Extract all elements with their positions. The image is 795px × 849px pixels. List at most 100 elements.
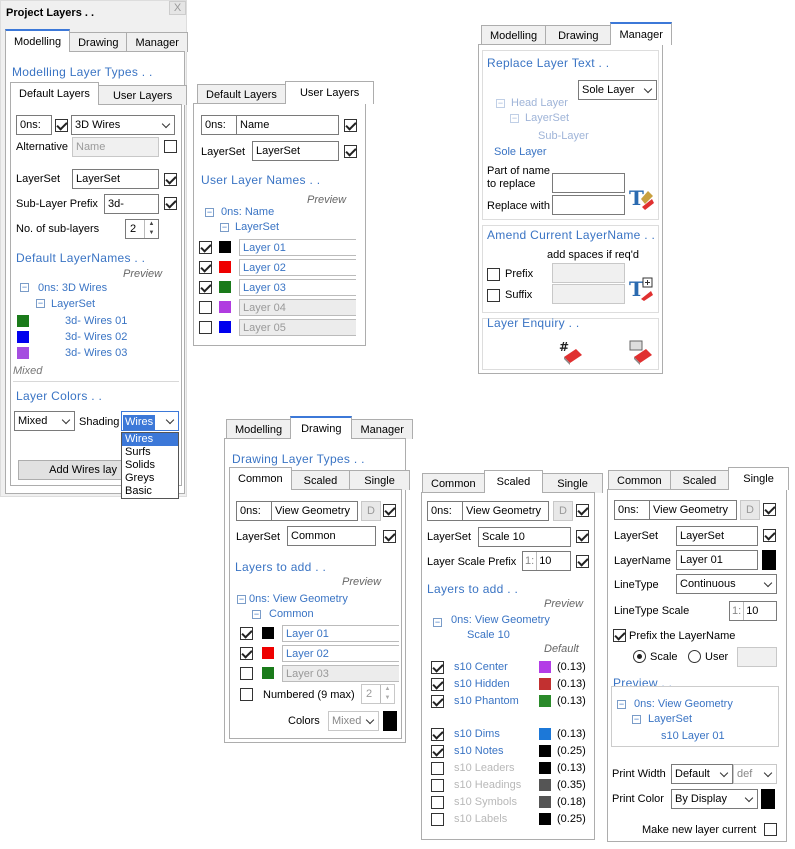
collapse-icon[interactable]: − — [252, 610, 261, 619]
option-surfs[interactable]: Surfs — [122, 446, 178, 459]
layerset-field[interactable]: Common — [287, 526, 376, 546]
suffix-checkbox[interactable] — [487, 289, 500, 302]
numbered-checkbox[interactable] — [240, 688, 253, 701]
tab-modelling[interactable]: Modelling — [5, 29, 71, 52]
tab-scaled[interactable]: Scaled — [290, 470, 351, 490]
part-to-replace-field[interactable] — [552, 173, 625, 193]
tab-single[interactable]: Single — [728, 467, 789, 490]
stepper-arrows-icon[interactable]: ▲ ▼ — [380, 685, 394, 703]
prefix-field[interactable] — [552, 263, 625, 283]
replace-text-icon[interactable]: T — [628, 185, 654, 211]
ons-field[interactable]: 0ns: — [427, 501, 463, 521]
tree-root[interactable]: 0ns: Name — [221, 205, 274, 219]
layer-checkbox[interactable] — [431, 661, 444, 674]
tab-modelling[interactable]: Modelling — [481, 25, 547, 45]
layerset-checkbox[interactable] — [576, 530, 589, 543]
numbered-stepper[interactable]: 2 ▲ ▼ — [361, 684, 395, 704]
layer-checkbox[interactable] — [199, 301, 212, 314]
ons-value-field[interactable]: View Geometry — [649, 500, 737, 520]
layer-type-select[interactable]: 3D Wires — [71, 115, 175, 135]
option-basic[interactable]: Basic — [122, 485, 178, 498]
tab-user-layers[interactable]: User Layers — [284, 81, 375, 104]
layer-name[interactable]: s10 Headings — [454, 778, 521, 792]
layer-checkbox[interactable] — [240, 627, 253, 640]
color-swatch[interactable] — [539, 813, 551, 825]
layerset-field[interactable]: LayerSet — [676, 526, 758, 546]
print-color-select[interactable]: By Display — [671, 789, 758, 809]
color-swatch[interactable] — [539, 728, 551, 740]
option-solids[interactable]: Solids — [122, 459, 178, 472]
layer-number-enquiry-icon[interactable]: # — [558, 339, 584, 365]
amend-name-icon[interactable]: T — [628, 276, 654, 302]
layerset-field[interactable]: LayerSet — [72, 169, 159, 189]
tree-root[interactable]: 0ns: View Geometry — [634, 697, 733, 711]
ons-value-field[interactable]: View Geometry — [462, 501, 549, 521]
tab-scaled[interactable]: Scaled — [483, 470, 544, 493]
default-button[interactable]: D — [361, 501, 381, 521]
default-button[interactable]: D — [553, 501, 573, 521]
ons-value-field[interactable]: View Geometry — [271, 501, 358, 521]
layer-name[interactable]: s10 Labels — [454, 812, 507, 826]
tree-layerset[interactable]: LayerSet — [235, 220, 279, 234]
tab-default-layers[interactable]: Default Layers — [10, 82, 99, 105]
layer-name[interactable]: s10 Leaders — [454, 761, 515, 775]
layer-row[interactable]: Layer 02 — [282, 645, 399, 662]
collapse-icon[interactable]: − — [20, 283, 29, 292]
color-swatch[interactable] — [539, 695, 551, 707]
ons-checkbox[interactable] — [55, 119, 68, 132]
color-swatch[interactable] — [762, 550, 776, 570]
layer-checkbox[interactable] — [431, 779, 444, 792]
color-swatch[interactable] — [539, 762, 551, 774]
name-field[interactable]: Name — [236, 115, 339, 135]
scope-select[interactable]: Sole Layer — [578, 80, 657, 100]
add-wires-button[interactable]: Add Wires lay — [18, 460, 122, 480]
color-mode-select[interactable]: Mixed — [14, 411, 75, 431]
layer-name[interactable]: s10 Notes — [454, 744, 504, 758]
color-swatch[interactable] — [761, 789, 775, 809]
layername-field[interactable]: Layer 01 — [676, 550, 758, 570]
scale-radio[interactable] — [633, 650, 646, 663]
name-checkbox[interactable] — [344, 119, 357, 132]
tab-drawing[interactable]: Drawing — [290, 416, 353, 439]
tree-set[interactable]: Common — [269, 607, 314, 621]
tab-common[interactable]: Common — [422, 473, 485, 493]
collapse-icon[interactable]: − — [205, 208, 214, 217]
collapse-icon[interactable]: − — [220, 223, 229, 232]
layer-row[interactable]: Layer 01 — [282, 625, 399, 642]
suffix-field[interactable] — [552, 284, 625, 304]
option-greys[interactable]: Greys — [122, 472, 178, 485]
ons-checkbox[interactable] — [576, 504, 589, 517]
print-width-select[interactable]: Default — [671, 764, 733, 784]
nsub-stepper[interactable]: 2 ▲ ▼ — [125, 219, 159, 239]
tab-manager[interactable]: Manager — [610, 22, 672, 45]
ons-field[interactable]: 0ns: — [614, 500, 650, 520]
linetype-select[interactable]: Continuous — [676, 574, 777, 594]
layer-checkbox[interactable] — [431, 762, 444, 775]
ons-field[interactable]: 0ns: — [201, 115, 237, 135]
layer-checkbox[interactable] — [240, 667, 253, 680]
make-current-checkbox[interactable] — [764, 823, 777, 836]
tree-item[interactable]: 3d- Wires 03 — [65, 346, 127, 360]
collapse-icon[interactable]: − — [36, 299, 45, 308]
layer-checkbox[interactable] — [431, 728, 444, 741]
layer-checkbox[interactable] — [199, 281, 212, 294]
layerset-checkbox[interactable] — [344, 145, 357, 158]
tree-item[interactable]: 3d- Wires 02 — [65, 330, 127, 344]
prefix-layername-checkbox[interactable] — [613, 629, 626, 642]
tree-set[interactable]: Scale 10 — [467, 628, 510, 642]
color-swatch[interactable] — [539, 779, 551, 791]
alternative-checkbox[interactable] — [164, 140, 177, 153]
ons-checkbox[interactable] — [383, 504, 396, 517]
layer-name[interactable]: s10 Symbols — [454, 795, 517, 809]
prefix-field[interactable]: 3d- — [104, 194, 159, 214]
ons-field[interactable]: 0ns: — [16, 115, 52, 135]
layerset-checkbox[interactable] — [763, 529, 776, 542]
tab-drawing[interactable]: Drawing — [545, 25, 612, 45]
layerset-checkbox[interactable] — [164, 173, 177, 186]
color-swatch[interactable] — [383, 711, 397, 731]
layer-name[interactable]: s10 Center — [454, 660, 508, 674]
tree-item[interactable]: 3d- Wires 01 — [65, 314, 127, 328]
layer-checkbox[interactable] — [431, 695, 444, 708]
collapse-icon[interactable]: − — [632, 715, 641, 724]
tab-common[interactable]: Common — [229, 467, 292, 490]
